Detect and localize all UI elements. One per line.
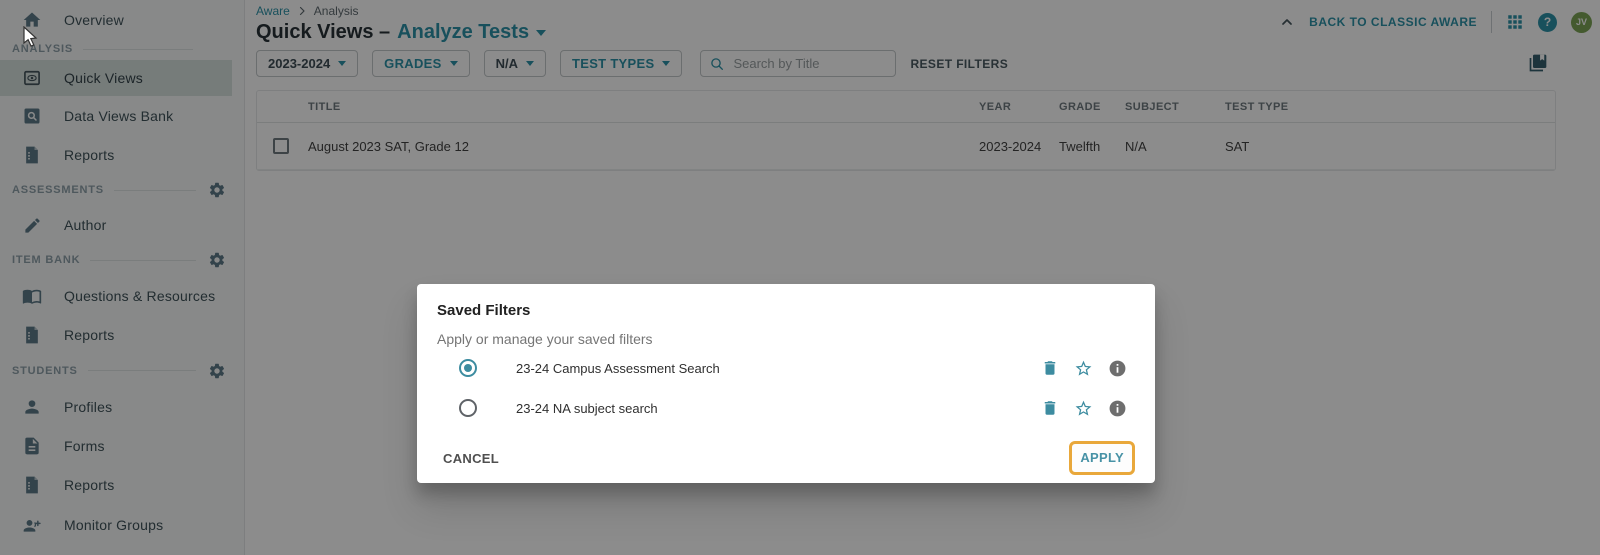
saved-filter-label: 23-24 Campus Assessment Search [516, 361, 1041, 376]
apply-button[interactable]: APPLY [1069, 441, 1135, 475]
cancel-button[interactable]: CANCEL [437, 443, 505, 474]
app-screen: Overview ANALYSIS Quick Views Data Views… [0, 0, 1600, 555]
star-icon[interactable] [1074, 399, 1093, 418]
saved-filter-option: 23-24 NA subject search [437, 389, 1135, 427]
info-icon[interactable] [1108, 359, 1127, 378]
saved-filters-dialog: Saved Filters Apply or manage your saved… [417, 284, 1155, 483]
saved-filter-label: 23-24 NA subject search [516, 401, 1041, 416]
star-icon[interactable] [1074, 359, 1093, 378]
dialog-subtitle: Apply or manage your saved filters [437, 331, 1135, 347]
dialog-actions: CANCEL APPLY [437, 441, 1135, 475]
radio-unselected[interactable] [459, 399, 477, 417]
info-icon[interactable] [1108, 399, 1127, 418]
saved-filter-option: 23-24 Campus Assessment Search [437, 349, 1135, 387]
delete-icon[interactable] [1041, 399, 1059, 417]
radio-selected[interactable] [459, 359, 477, 377]
apply-button-label: APPLY [1080, 450, 1124, 465]
delete-icon[interactable] [1041, 359, 1059, 377]
dialog-title: Saved Filters [437, 302, 1135, 319]
